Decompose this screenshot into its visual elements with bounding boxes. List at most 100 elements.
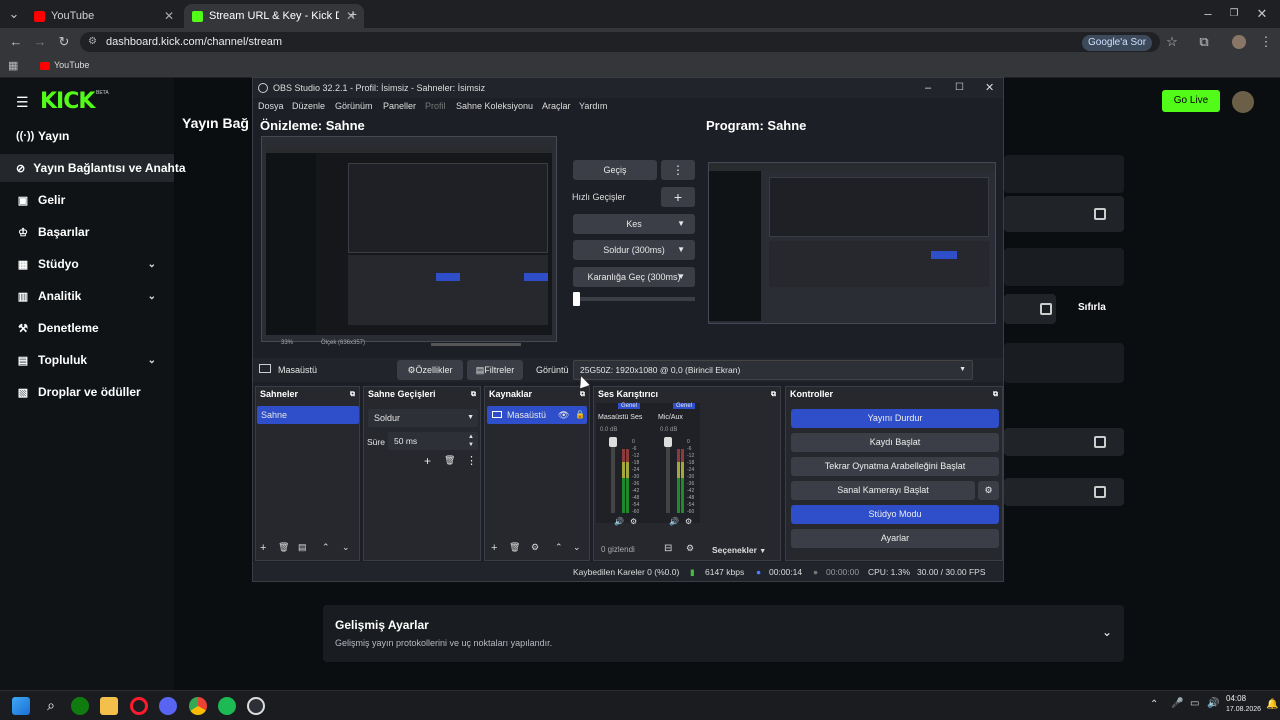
add-icon[interactable]: +: [491, 542, 497, 554]
extensions-icon[interactable]: ⧉: [1196, 34, 1212, 50]
obs-taskbar-icon[interactable]: [247, 697, 265, 715]
kick-logo[interactable]: KICK: [40, 89, 95, 114]
transition-menu-icon[interactable]: ⋮: [661, 160, 695, 180]
go-live-button[interactable]: Go Live: [1162, 90, 1220, 112]
sidebar-item[interactable]: ⊘ Yayın Bağlantısı ve Anahta: [0, 154, 186, 182]
menu-gorunum[interactable]: Görünüm: [335, 101, 373, 111]
menu-profil[interactable]: Profil: [425, 101, 446, 111]
profile-avatar[interactable]: [1232, 35, 1246, 49]
minimize-icon[interactable]: –: [1200, 6, 1216, 22]
copy-icon[interactable]: [1094, 486, 1106, 498]
virtual-camera-button[interactable]: Sanal Kamerayı Başlat: [791, 481, 975, 500]
undock-icon[interactable]: ⧉: [580, 387, 585, 402]
user-avatar[interactable]: [1232, 91, 1254, 113]
discord-icon[interactable]: [159, 697, 177, 715]
bookmark-star-icon[interactable]: ☆: [1164, 34, 1180, 50]
settings-button[interactable]: Ayarlar: [791, 529, 999, 548]
search-icon[interactable]: ⌕: [42, 697, 60, 715]
back-icon[interactable]: ←: [8, 34, 24, 50]
volume-icon[interactable]: 🔊: [669, 517, 679, 526]
menu-dosya[interactable]: Dosya: [258, 101, 284, 111]
chevron-down-icon[interactable]: ⌄: [148, 291, 156, 302]
server-url-field[interactable]: [1004, 196, 1124, 232]
preview-scrollbar[interactable]: [431, 343, 521, 346]
chevron-down-icon[interactable]: ⌄: [148, 259, 156, 270]
virtual-camera-settings-button[interactable]: ⚙: [978, 481, 999, 500]
transition-slider[interactable]: [573, 297, 695, 301]
filters-button[interactable]: ▤Filtreler: [467, 360, 523, 380]
site-info-icon[interactable]: ⚙: [88, 32, 97, 52]
file-explorer-icon[interactable]: [100, 697, 118, 715]
display-select[interactable]: 25G50Z: 1920x1080 @ 0,0 (Birincil Ekran)…: [573, 360, 973, 380]
tab-search-icon[interactable]: ⌄: [6, 6, 22, 22]
replay-buffer-button[interactable]: Tekrar Oynatma Arabelleğini Başlat: [791, 457, 999, 476]
sidebar-item[interactable]: ⚒ Denetleme: [0, 314, 174, 342]
bookmark-youtube[interactable]: YouTube: [54, 60, 89, 70]
clock-time[interactable]: 04:08: [1226, 694, 1246, 703]
volume-icon[interactable]: 🔊: [1207, 698, 1219, 709]
advanced-audio-icon[interactable]: ⚙: [686, 543, 694, 554]
menu-araclar[interactable]: Araçlar: [542, 101, 571, 111]
sidebar-item[interactable]: ((·)) Yayın: [0, 122, 174, 150]
options-button[interactable]: Seçenekler ▼: [712, 545, 766, 555]
soldur-button[interactable]: Soldur (300ms) ▼: [573, 240, 695, 260]
filter-icon[interactable]: ▤: [298, 542, 307, 553]
microphone-icon[interactable]: 🎤: [1171, 698, 1183, 709]
copy-icon[interactable]: [1094, 436, 1106, 448]
properties-button[interactable]: ⚙Özellikler: [397, 360, 463, 380]
sidebar-item[interactable]: ♔ Başarılar: [0, 218, 174, 246]
backup-url-field[interactable]: [1004, 428, 1124, 456]
volume-fader-handle[interactable]: [609, 437, 617, 447]
chevron-down-icon[interactable]: ⌄: [1102, 625, 1112, 639]
reset-button[interactable]: Sıfırla: [1078, 302, 1106, 313]
xbox-icon[interactable]: [71, 697, 89, 715]
maximize-icon[interactable]: ❐: [1226, 6, 1242, 22]
ask-google-chip[interactable]: Google'a Sor: [1082, 35, 1153, 51]
network-icon[interactable]: ▭: [1190, 698, 1199, 709]
stream-key-field[interactable]: [1004, 294, 1056, 324]
preview-canvas[interactable]: [261, 136, 557, 342]
duration-input[interactable]: 50 ms ▲ ▼: [388, 432, 478, 450]
spotify-icon[interactable]: [218, 697, 236, 715]
transition-slider-handle[interactable]: [573, 292, 580, 306]
apps-grid-icon[interactable]: ▦: [8, 59, 18, 72]
menu-icon[interactable]: ⋮: [1258, 34, 1274, 50]
clock-date[interactable]: 17.08.2026: [1226, 706, 1261, 713]
advanced-settings-card[interactable]: Gelişmiş Ayarlar Gelişmiş yayın protokol…: [323, 605, 1124, 662]
start-recording-button[interactable]: Kaydı Başlat: [791, 433, 999, 452]
karanlik-button[interactable]: Karanlığa Geç (300ms) ▼: [573, 267, 695, 287]
gear-icon[interactable]: ⚙: [685, 517, 692, 526]
chrome-icon[interactable]: [189, 697, 207, 715]
preview-scale[interactable]: Ölçek (636x357): [321, 340, 365, 346]
obs-minimize-icon[interactable]: –: [925, 78, 931, 98]
scene-item[interactable]: Sahne: [257, 406, 359, 424]
studio-mode-button[interactable]: Stüdyo Modu: [791, 505, 999, 524]
gear-icon[interactable]: ⚙: [531, 542, 539, 553]
move-down-icon[interactable]: ⌄: [342, 542, 350, 553]
opera-icon[interactable]: [130, 697, 148, 715]
reload-icon[interactable]: ↻: [56, 34, 72, 50]
undock-icon[interactable]: ⧉: [771, 387, 776, 402]
kes-button[interactable]: Kes ▼: [573, 214, 695, 234]
channel-name-mic[interactable]: Mic/Aux: [658, 414, 683, 421]
more-icon[interactable]: ⋮: [466, 454, 477, 467]
stepper-icon[interactable]: ▲ ▼: [468, 433, 474, 449]
lock-icon[interactable]: 🔒: [575, 406, 585, 424]
source-item[interactable]: Masaüstü 👁 🔒: [487, 406, 587, 424]
windows-start-icon[interactable]: [12, 697, 30, 715]
add-quick-transition-icon[interactable]: +: [661, 187, 695, 207]
channel-name-desktop[interactable]: Masaüstü Ses: [598, 414, 642, 421]
add-icon[interactable]: +: [260, 542, 266, 554]
backup-key-field[interactable]: [1004, 478, 1124, 506]
menu-yardim[interactable]: Yardım: [579, 101, 607, 111]
obs-maximize-icon[interactable]: ☐: [955, 78, 964, 98]
url-field[interactable]: ⚙ dashboard.kick.com/channel/stream: [80, 32, 1160, 52]
hamburger-icon[interactable]: ☰: [16, 94, 29, 111]
tab-kick[interactable]: Stream URL & Key - Kick Dashb ✕: [184, 4, 364, 28]
obs-close-icon[interactable]: ✕: [985, 78, 994, 98]
stop-stream-button[interactable]: Yayını Durdur: [791, 409, 999, 428]
preview-zoom[interactable]: 33%: [281, 340, 293, 346]
sidebar-item[interactable]: ▣ Gelir: [0, 186, 174, 214]
volume-fader[interactable]: [666, 437, 670, 513]
close-window-icon[interactable]: ✕: [1254, 6, 1270, 22]
